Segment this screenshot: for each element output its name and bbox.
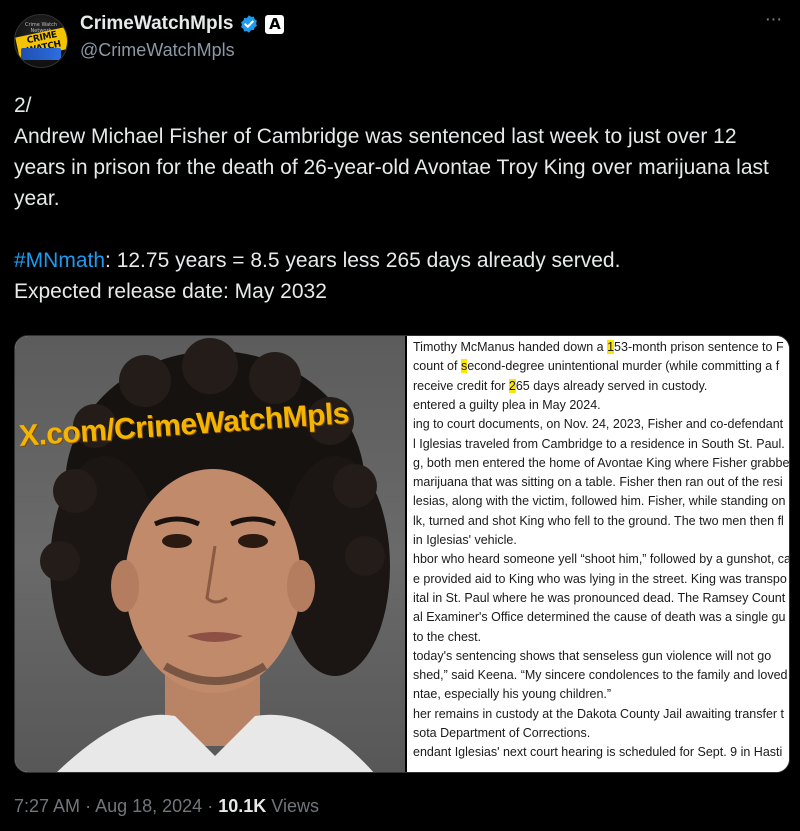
document-line: ntae, especially his young children.” [413,687,611,701]
document-line-text: e provided aid to King who was lying in … [413,571,787,586]
document-line-text: 53-month prison sentence to F [614,340,784,354]
document-line-text: shed,” said Keena. “My sincere condolenc… [413,668,788,683]
tweet-meta: 7:27 AM · Aug 18, 2024 · 10.1K Views [14,796,319,817]
mugshot-photo[interactable]: X.com/CrimeWatchMpls [15,336,405,772]
document-line-text: 65 days already served in custody. [515,378,708,393]
document-line: Timothy McManus handed down a 153-month … [413,340,784,354]
display-name-row: CrimeWatchMpls A [80,12,285,36]
document-line: to the chest. [413,630,481,644]
avatar[interactable]: Crime Watch Network CRIME WATCH [14,14,68,68]
document-line: ing to court documents, on Nov. 24, 2023… [413,417,783,431]
document-line-text: marijuana that was sitting on a table. F… [413,475,783,490]
document-line: shed,” said Keena. “My sincere condolenc… [413,668,788,682]
display-name[interactable]: CrimeWatchMpls [80,13,233,35]
document-line: entered a guilty plea in May 2024. [413,398,601,412]
document-line-text: today's sentencing shows that senseless … [413,648,772,663]
meta-separator: · [85,796,92,816]
document-line: g, both men entered the home of Avontae … [413,456,789,470]
document-line: in Iglesias' vehicle. [413,533,517,547]
document-line: sota Department of Corrections. [413,726,590,740]
document-line-text: sota Department of Corrections. [413,726,591,740]
document-line-text: to the chest. [413,629,482,644]
document-line: today's sentencing shows that senseless … [413,649,771,663]
document-line-text: ital in St. Paul where he was pronounced… [413,590,786,605]
post-time[interactable]: 7:27 AM [14,796,80,816]
document-line-text: lesias, along with the victim, followed … [413,494,786,509]
document-line: e provided aid to King who was lying in … [413,572,787,586]
tweet-text-intro: 2/ Andrew Michael Fisher of Cambridge wa… [14,94,769,210]
document-line-text: Timothy McManus handed down a [413,340,608,354]
document-line: marijuana that was sitting on a table. F… [413,475,783,489]
author-names: CrimeWatchMpls A @CrimeWatchMpls [80,12,285,61]
meta-separator: · [207,796,214,816]
document-line-text: receive credit for [413,378,509,393]
document-line-text: ntae, especially his young children.” [413,687,612,702]
document-line-text: ing to court documents, on Nov. 24, 2023… [413,417,784,432]
document-line-text: g, both men entered the home of Avontae … [413,455,790,470]
document-line: receive credit for 265 days already serv… [413,378,708,393]
document-line: al Examiner's Office determined the caus… [413,610,786,624]
avatar-stripe [21,48,61,60]
document-line: hbor who heard someone yell “shoot him,”… [413,552,790,567]
more-options-icon[interactable]: ··· [760,9,786,36]
document-highlight: 2 [508,378,516,393]
document-line: ital in St. Paul where he was pronounced… [413,591,785,605]
document-line: endant Iglesias' next court hearing is s… [413,745,782,759]
document-line: her remains in custody at the Dakota Cou… [413,707,784,721]
document-line: count of second-degree unintentional mur… [413,359,780,374]
affiliation-badge-icon[interactable]: A [265,14,285,34]
tweet-text-rest: : 12.75 years = 8.5 years less 265 days … [14,249,621,303]
document-line: l Iglesias traveled from Cambridge to a … [413,437,785,451]
handle[interactable]: @CrimeWatchMpls [80,40,284,61]
views-label: Views [271,796,319,816]
document-line-text: her remains in custody at the Dakota Cou… [413,706,785,721]
document-line-text: al Examiner's Office determined the caus… [413,610,786,625]
document-highlight: 1 [607,340,615,354]
document-line: lesias, along with the victim, followed … [413,494,785,508]
document-line-text: count of [413,359,461,374]
views-count[interactable]: 10.1K [218,796,266,816]
document-line-text: hbor who heard someone yell “shoot him,”… [413,552,790,567]
document-line-text: in Iglesias' vehicle. [413,533,517,547]
post-date[interactable]: Aug 18, 2024 [95,796,202,816]
document-line-text: lk, turned and shot King who fell to the… [413,513,784,528]
hashtag-link[interactable]: #MNmath [14,249,105,272]
verified-badge-icon[interactable] [239,14,259,34]
document-line-text: entered a guilty plea in May 2024. [413,397,601,412]
tweet-header: Crime Watch Network CRIME WATCH CrimeWat… [14,9,786,70]
document-line-text: endant Iglesias' next court hearing is s… [413,745,783,760]
tweet-media[interactable]: X.com/CrimeWatchMpls Timothy McManus han… [14,335,790,773]
document-line-text: econd-degree unintentional murder (while… [467,359,780,374]
document-line: lk, turned and shot King who fell to the… [413,514,784,528]
tweet-text: 2/ Andrew Michael Fisher of Cambridge wa… [14,90,786,307]
document-line-text: l Iglesias traveled from Cambridge to a … [413,436,785,451]
court-document-excerpt[interactable]: Timothy McManus handed down a 153-month … [405,336,790,772]
